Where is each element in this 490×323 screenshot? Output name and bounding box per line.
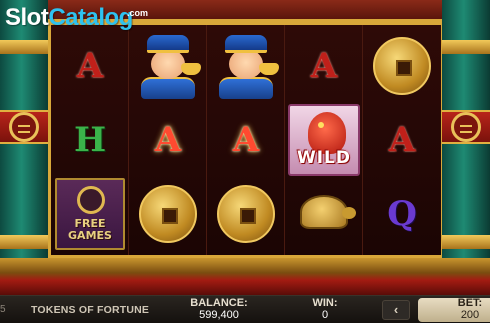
pillar-cap [438,40,490,54]
free-games-symbol: FREE GAMES [53,177,127,251]
coin-icon [217,185,275,243]
menu-index: 5 [0,304,6,315]
symbol-a: A [76,46,104,86]
logo-part-2: Catalog [48,4,133,31]
logo-domain: .com [127,8,149,18]
symbol-q: Q [387,194,417,234]
right-pillar [438,0,490,295]
gold-ingot-icon [181,63,201,75]
bet-value: 200 [460,309,480,321]
bet-decrease-button[interactable]: ‹ [382,300,410,320]
win-label: WIN: [312,297,338,309]
bet-label: BET: [457,297,483,309]
win-value: 0 [321,309,329,321]
balance-value: 599,400 [199,309,239,321]
fortune-god-symbol [131,29,205,103]
game-scene: A H FREE GAMES A A A WILD A Q SlotCatalo… [0,0,490,295]
fortune-god-symbol [209,29,283,103]
pillar-cap [438,235,490,249]
symbol-a: A [154,120,182,160]
bottom-bar: 5 TOKENS OF FORTUNE BALANCE: 599,400 WIN… [0,295,490,323]
logo-part-1: Slot [5,4,49,31]
reel-3: A [207,25,285,255]
reel-base [0,258,490,295]
reel-1: A H FREE GAMES [51,25,129,255]
reel-5: A Q [363,25,441,255]
coin-icon [139,185,197,243]
symbol-h: H [73,120,107,160]
symbol-a: A [232,120,260,160]
coin-symbol [365,29,439,103]
coin-symbol [209,177,283,251]
symbol-a: A [388,120,416,160]
wild-symbol: WILD [287,103,361,177]
gold-ingot-icon [259,63,279,75]
coin-symbol [131,177,205,251]
symbol-a: A [310,46,338,86]
medal-icon [77,186,105,214]
pillar-cap [0,235,52,249]
game-title: TOKENS OF FORTUNE [31,304,150,316]
free-games-label: FREE GAMES [68,217,112,242]
reel-grid: A H FREE GAMES A A A WILD A Q [48,22,442,258]
reel-2: A [129,25,207,255]
pillar-emblem-icon [9,112,39,142]
wild-label: WILD [296,148,352,168]
reel-4: A WILD [285,25,363,255]
pillar-cap [0,40,52,54]
turtle-icon [300,195,348,229]
pillar-emblem-icon [451,112,481,142]
golden-turtle-symbol [287,177,361,251]
left-pillar [0,0,52,295]
balance-label: BALANCE: [190,297,248,309]
slotcatalog-logo: SlotCatalog .com [5,4,148,32]
coin-icon [373,37,431,95]
